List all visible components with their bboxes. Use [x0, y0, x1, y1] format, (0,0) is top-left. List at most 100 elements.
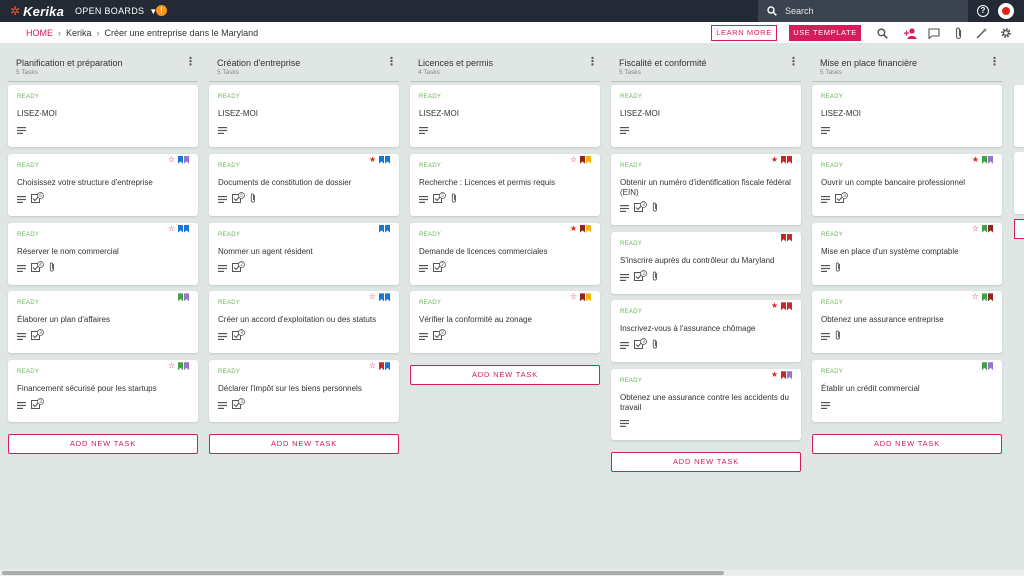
task-card[interactable]: ☆ READY Déclarer l'impôt sur les biens per…: [209, 360, 399, 423]
task-card[interactable]: READY LISEZ-MOI: [209, 85, 399, 147]
add-new-task-button[interactable]: ADD NEW TASK: [611, 452, 801, 473]
star-outline-icon[interactable]: ☆: [570, 155, 577, 164]
task-card[interactable]: ★ READY Obtenez une assurance contre les a…: [611, 369, 801, 441]
star-outline-icon[interactable]: ☆: [972, 224, 979, 233]
task-card[interactable]: ★ READY Inscrivez-vous à l'assurance chôma…: [611, 300, 801, 363]
card-tags: ★: [771, 155, 792, 164]
task-card[interactable]: READY Élaborer un plan d'affaires 3: [8, 291, 198, 354]
task-card[interactable]: ☆ READY Créer un accord d'exploitation ou …: [209, 291, 399, 354]
task-card[interactable]: ★ READY Demande de licences commerciales 2: [410, 222, 600, 285]
add-new-task-button[interactable]: ADD NEW TASK: [209, 434, 399, 455]
search-icon[interactable]: [875, 26, 889, 40]
task-board: Planification et préparation 5 Tasks ⋮ READ…: [0, 44, 1024, 570]
task-card[interactable]: ☆ READY Financement sécurisé pour les star…: [8, 360, 198, 423]
star-filled-icon[interactable]: ★: [771, 302, 778, 310]
more-vertical-icon[interactable]: ⋮: [386, 57, 397, 68]
attachment-icon: [49, 259, 55, 277]
column-header[interactable]: Fiscalité et conformité 5 Tasks ⋮: [611, 56, 801, 82]
more-vertical-icon[interactable]: ⋮: [788, 57, 799, 68]
description-icon: [218, 190, 227, 208]
settings-gear-icon[interactable]: [999, 26, 1013, 40]
tag-bookmark-icon: [787, 155, 792, 164]
use-template-button[interactable]: USE TEMPLATE: [789, 25, 861, 41]
chat-icon[interactable]: [927, 26, 941, 40]
card-status: READY: [419, 94, 442, 100]
add-new-task-button[interactable]: ADD NEW TASK: [8, 434, 198, 455]
task-card[interactable]: ★ READY Obtenir un numéro d'identification…: [611, 153, 801, 225]
help-icon[interactable]: ?: [977, 5, 989, 17]
attachment-icon[interactable]: [951, 26, 965, 40]
task-card[interactable]: READY Nommer un agent résident 2: [209, 222, 399, 285]
next-column-add-task-peek[interactable]: [1014, 219, 1024, 239]
checklist-icon: 2: [232, 259, 245, 277]
column-header[interactable]: Mise en place financière 5 Tasks ⋮: [812, 56, 1002, 82]
star-outline-icon[interactable]: ☆: [972, 293, 979, 301]
card-icons: 3: [620, 268, 658, 286]
card-title: Créer un accord d'exploitation ou des st…: [218, 315, 377, 325]
svg-text:3: 3: [39, 331, 42, 337]
add-new-task-button[interactable]: ADD NEW TASK: [812, 434, 1002, 455]
task-card[interactable]: ★ READY Documents de constitution de dossi…: [209, 153, 399, 216]
star-outline-icon[interactable]: ☆: [369, 362, 376, 370]
svg-text:3: 3: [642, 340, 645, 346]
card-icons: 3: [620, 336, 658, 354]
task-card[interactable]: READY Établir un crédit commercial: [812, 360, 1002, 423]
add-person-icon[interactable]: [903, 26, 917, 40]
learn-more-button[interactable]: LEARN MORE: [711, 25, 777, 41]
open-boards-menu[interactable]: OPEN BOARDS ▼: [75, 0, 158, 22]
checklist-icon: 3: [31, 396, 44, 414]
star-filled-icon[interactable]: ★: [771, 371, 778, 379]
more-vertical-icon[interactable]: ⋮: [185, 57, 196, 68]
star-outline-icon[interactable]: ☆: [168, 155, 175, 164]
breadcrumb-kerika[interactable]: Kerika: [66, 28, 92, 38]
star-outline-icon[interactable]: ☆: [369, 293, 376, 301]
tag-bookmark-icon: [184, 224, 189, 233]
star-filled-icon[interactable]: ★: [369, 155, 376, 164]
task-card[interactable]: READY LISEZ-MOI: [410, 85, 600, 147]
more-vertical-icon[interactable]: ⋮: [989, 57, 1000, 68]
search-box[interactable]: Search: [758, 0, 968, 22]
notification-badge[interactable]: !: [156, 5, 167, 16]
magic-wand-icon[interactable]: [975, 26, 989, 40]
task-card[interactable]: ☆ READY Choisissez votre structure d'entre…: [8, 153, 198, 216]
task-card[interactable]: READY LISEZ-MOI: [611, 85, 801, 147]
card-tags: ☆: [570, 293, 591, 302]
star-outline-icon[interactable]: ☆: [168, 224, 175, 233]
task-card[interactable]: ☆ READY Mise en place d'un système comptab…: [812, 222, 1002, 285]
card-title: Élaborer un plan d'affaires: [17, 315, 110, 325]
star-filled-icon[interactable]: ★: [972, 155, 979, 164]
task-card[interactable]: READY S'inscrire auprès du contrôleur du …: [611, 231, 801, 294]
task-card[interactable]: ☆ READY Vérifier la conformité au zonage 2: [410, 291, 600, 354]
task-card[interactable]: ☆ READY Réserver le nom commercial 4: [8, 222, 198, 285]
avatar[interactable]: [998, 3, 1014, 19]
tag-bookmark-icon: [379, 155, 384, 164]
column-header[interactable]: Planification et préparation 5 Tasks ⋮: [8, 56, 198, 82]
card-tags: ☆: [972, 293, 993, 302]
star-outline-icon[interactable]: ☆: [168, 362, 175, 370]
card-title: Obtenez une assurance entreprise: [821, 315, 944, 325]
task-card[interactable]: READY LISEZ-MOI: [8, 85, 198, 147]
task-card[interactable]: READY LISEZ-MOI: [812, 85, 1002, 147]
kerika-logo[interactable]: ✲ Kerika: [10, 3, 64, 19]
card-title: Documents de constitution de dossier: [218, 177, 352, 187]
add-new-task-button[interactable]: ADD NEW TASK: [410, 365, 600, 386]
tag-bookmark-icon: [184, 155, 189, 164]
star-outline-icon[interactable]: ☆: [570, 293, 577, 301]
checklist-icon: 3: [835, 190, 848, 208]
star-filled-icon[interactable]: ★: [570, 224, 577, 233]
column-header[interactable]: Création d'entreprise 5 Tasks ⋮: [209, 56, 399, 82]
horizontal-scrollbar-thumb[interactable]: [2, 571, 724, 575]
star-filled-icon[interactable]: ★: [771, 155, 778, 164]
description-icon: [218, 121, 227, 139]
breadcrumb-home[interactable]: HOME: [26, 28, 53, 38]
task-card[interactable]: ☆ READY Obtenez une assurance entreprise: [812, 291, 1002, 354]
column-header[interactable]: Licences et permis 4 Tasks ⋮: [410, 56, 600, 82]
tag-bookmark-icon: [379, 293, 384, 302]
card-icons: 2: [218, 259, 245, 277]
card-title: LISEZ-MOI: [218, 109, 259, 118]
task-card[interactable]: ☆ READY Recherche : Licences et permis req…: [410, 153, 600, 216]
card-title: Obtenez une assurance contre les acciden…: [620, 393, 789, 413]
task-card[interactable]: ★ READY Ouvrir un compte bancaire professi…: [812, 153, 1002, 216]
more-vertical-icon[interactable]: ⋮: [587, 57, 598, 68]
card-title: LISEZ-MOI: [419, 109, 460, 118]
